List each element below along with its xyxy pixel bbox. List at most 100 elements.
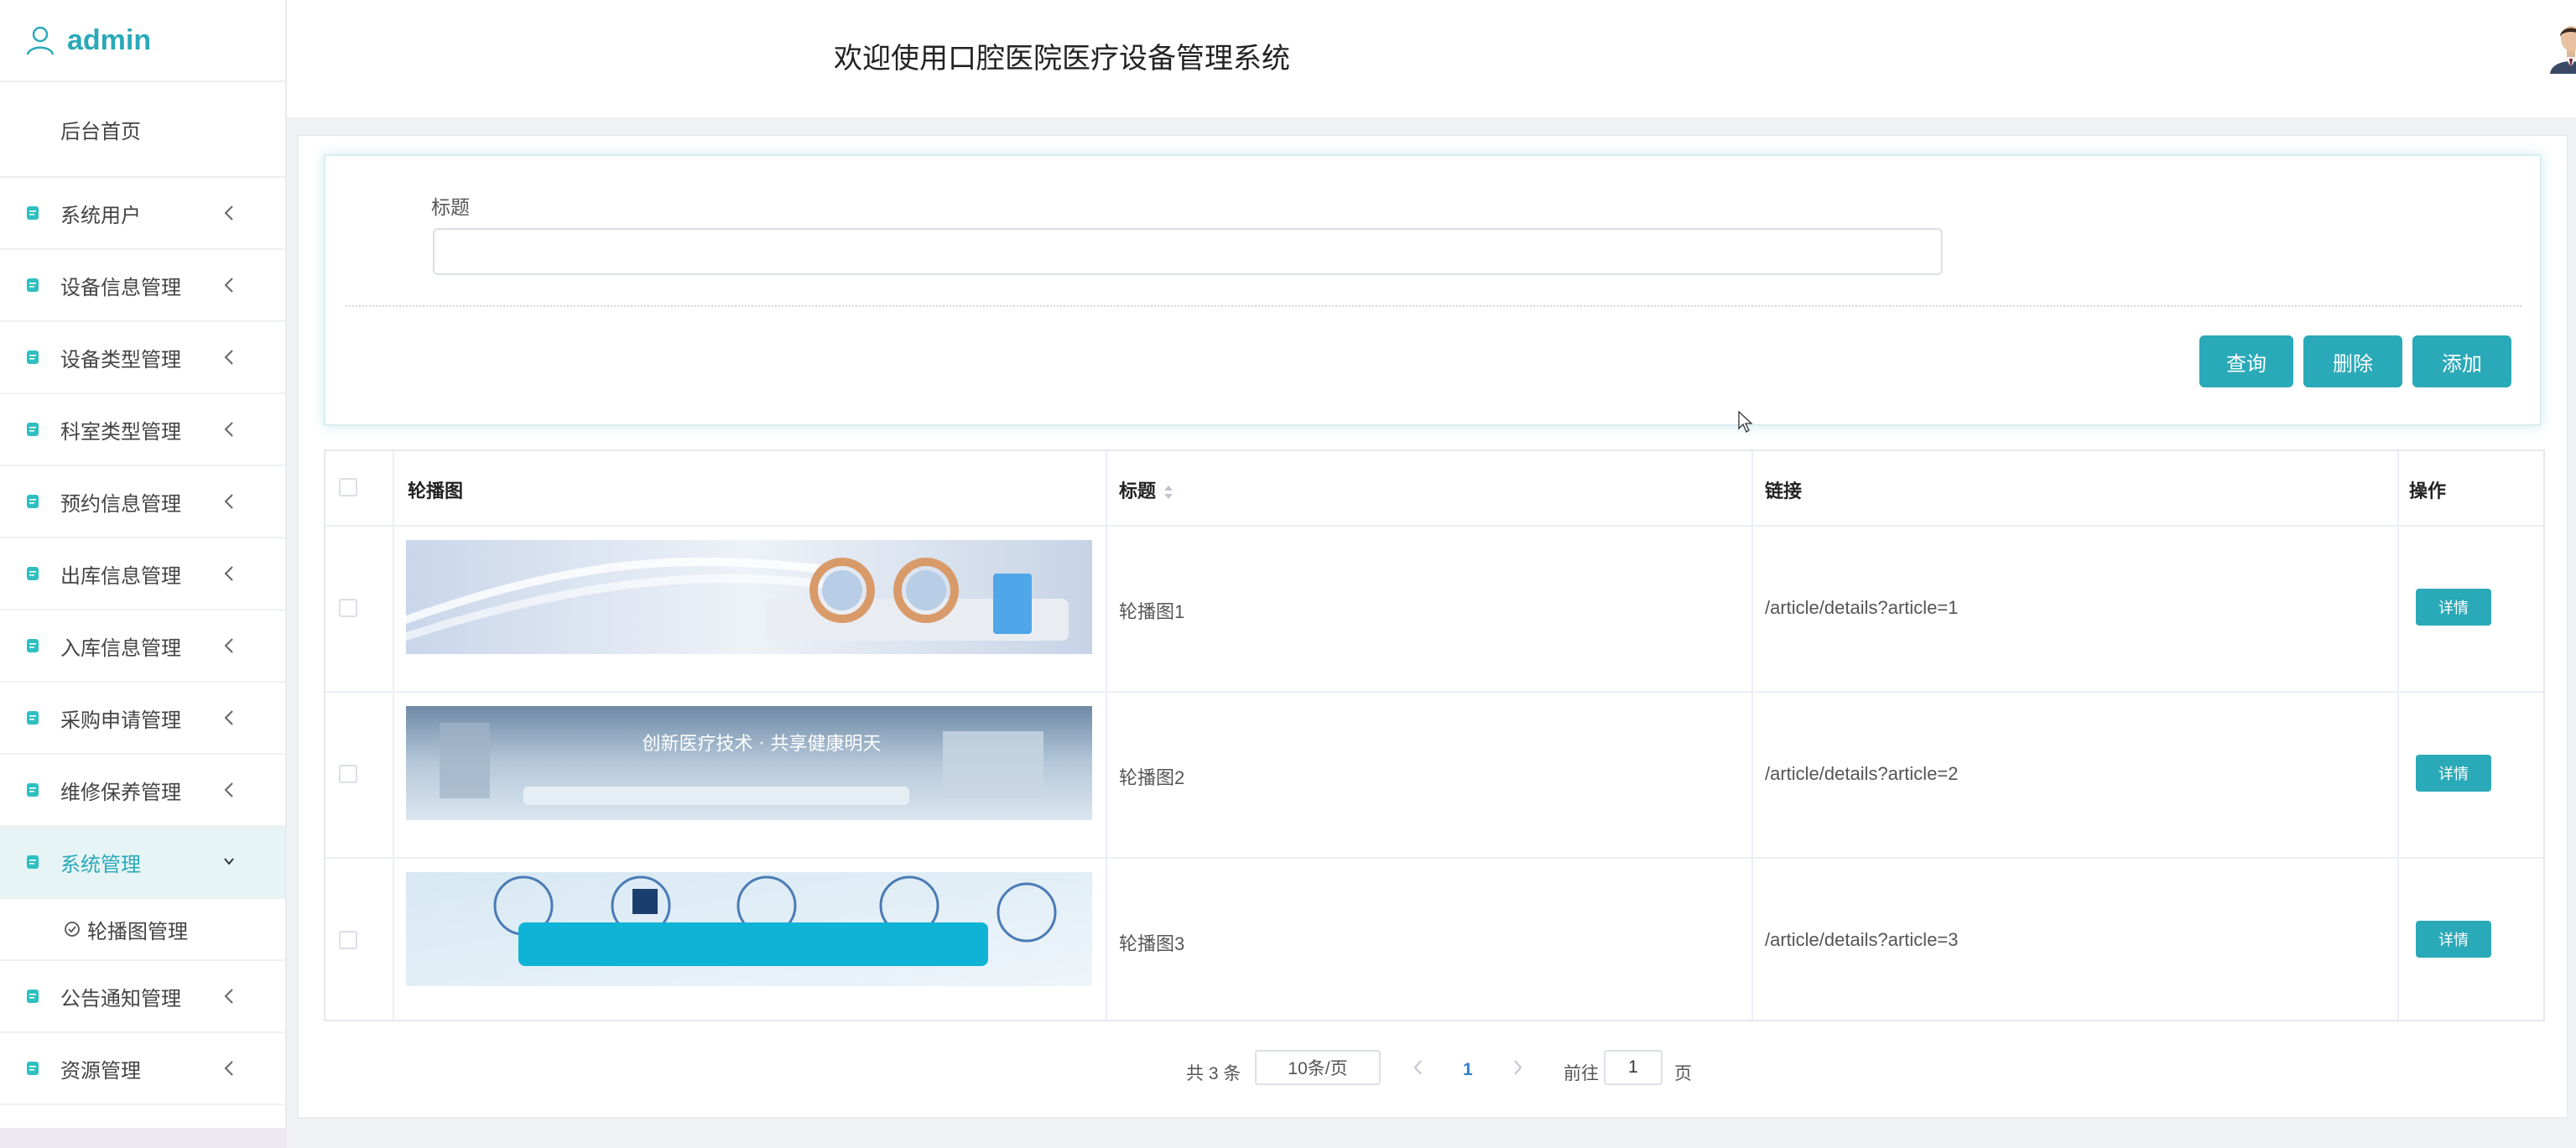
column-header-title[interactable]: 标题 [1119, 476, 1174, 503]
sidebar-item-outbound[interactable]: 出库信息管理 [0, 538, 285, 610]
select-all-checkbox[interactable] [339, 478, 357, 496]
row-checkbox[interactable] [339, 599, 357, 617]
sidebar-item-label: 预约信息管理 [60, 492, 181, 516]
add-button[interactable]: 添加 [2412, 335, 2511, 387]
sidebar-item-label: 采购申请管理 [60, 709, 181, 732]
column-divider [1751, 451, 1753, 1020]
document-icon [27, 567, 39, 580]
chevron-left-icon [224, 422, 233, 437]
document-icon [27, 639, 39, 652]
chevron-down-icon [224, 858, 234, 865]
document-icon [27, 855, 39, 869]
sidebar-item-system-management[interactable]: 系统管理 [0, 827, 285, 899]
chevron-left-icon [224, 566, 233, 581]
detail-button[interactable]: 详情 [2416, 755, 2491, 792]
chevron-left-icon [224, 1061, 233, 1076]
sidebar-item-label: 设备信息管理 [60, 276, 181, 299]
detail-button[interactable]: 详情 [2416, 589, 2491, 626]
sidebar-item-inbound[interactable]: 入库信息管理 [0, 610, 285, 683]
row-checkbox[interactable] [339, 931, 357, 949]
delete-button[interactable]: 删除 [2303, 335, 2402, 387]
chevron-left-icon [224, 638, 233, 653]
user-icon [26, 26, 55, 55]
column-header-image: 轮播图 [408, 480, 464, 501]
row-link: /article/details?article=2 [1765, 763, 1959, 784]
document-icon [27, 711, 39, 725]
sidebar: admin 后台首页 系统用户 设备信息管理 设备类型管理 科室类型管理 预约信… [0, 0, 287, 1148]
page-size-select[interactable]: 10条/页 [1255, 1050, 1381, 1085]
chevron-left-icon [224, 782, 233, 797]
carousel-image: 创新医疗技术 · 共享健康明天 [406, 706, 1092, 820]
document-icon [27, 423, 39, 436]
sidebar-item-label: 公告通知管理 [60, 987, 181, 1010]
chevron-left-icon [224, 278, 233, 293]
document-icon [27, 783, 39, 797]
carousel-image [406, 872, 1092, 986]
column-divider [1106, 451, 1107, 1020]
document-icon [27, 351, 39, 364]
column-header-title-label: 标题 [1119, 480, 1157, 501]
row-checkbox[interactable] [339, 765, 357, 783]
sidebar-item-label: 资源管理 [60, 1059, 141, 1083]
brand-name: admin [67, 23, 152, 56]
document-icon [27, 206, 39, 220]
column-divider [393, 451, 394, 1020]
search-button[interactable]: 查询 [2199, 335, 2293, 387]
sidebar-item-purchase[interactable]: 采购申请管理 [0, 683, 285, 755]
sidebar-scroll-edge [0, 1128, 285, 1148]
document-icon [27, 495, 39, 508]
sidebar-item-label: 设备类型管理 [60, 348, 181, 371]
table-header-row: 轮播图 标题 链接 操作 [325, 451, 2543, 527]
avatar[interactable] [2547, 18, 2576, 74]
brand: admin [0, 0, 285, 82]
top-header: 欢迎使用口腔医院医疗设备管理系统 [287, 0, 2576, 117]
sidebar-item-label: 系统用户 [60, 204, 141, 227]
carousel-image [406, 540, 1092, 654]
sidebar-item-device-type[interactable]: 设备类型管理 [0, 322, 285, 394]
chevron-left-icon [224, 494, 233, 509]
table-row: 创新医疗技术 · 共享健康明天 轮播图2 /article/details?ar… [325, 691, 2543, 859]
sidebar-item-label: 维修保养管理 [60, 781, 181, 804]
sidebar-item-home[interactable]: 后台首页 [0, 82, 285, 178]
search-panel: 标题 查询 删除 添加 [324, 154, 2542, 426]
sidebar-item-label: 出库信息管理 [60, 564, 181, 588]
table-row: 轮播图1 /article/details?article=1 详情 [325, 525, 2543, 693]
prev-page-icon[interactable] [1413, 1058, 1424, 1077]
row-link: /article/details?article=1 [1765, 597, 1959, 618]
main-content: 标题 查询 删除 添加 轮播图 标题 链接 操作 轮播图1 /article/d… [297, 134, 2568, 1119]
total-count: 共 3 条 [1186, 1064, 1241, 1083]
column-divider [2397, 451, 2399, 1020]
column-header-link: 链接 [1765, 480, 1803, 501]
current-page[interactable]: 1 [1463, 1060, 1473, 1080]
next-page-icon[interactable] [1512, 1058, 1523, 1077]
sidebar-subitem-carousel[interactable]: 轮播图管理 [0, 899, 285, 961]
detail-button[interactable]: 详情 [2416, 921, 2491, 958]
title-search-input[interactable] [433, 228, 1943, 275]
sidebar-item-label: 系统管理 [60, 853, 141, 876]
sidebar-item-announcement[interactable]: 公告通知管理 [0, 961, 285, 1033]
sort-icon[interactable] [1163, 483, 1174, 501]
carousel-table: 轮播图 标题 链接 操作 轮播图1 /article/details?artic… [324, 449, 2545, 1021]
row-title: 轮播图1 [1119, 601, 1185, 622]
chevron-left-icon [224, 350, 233, 365]
document-icon [27, 278, 39, 292]
sidebar-item-system-users[interactable]: 系统用户 [0, 178, 285, 250]
goto-page-input[interactable] [1604, 1050, 1663, 1085]
sidebar-item-department-type[interactable]: 科室类型管理 [0, 394, 285, 466]
row-link: /article/details?article=3 [1765, 929, 1959, 950]
check-circle-icon [65, 922, 80, 937]
chevron-left-icon [224, 989, 233, 1004]
sidebar-item-appointment[interactable]: 预约信息管理 [0, 466, 285, 538]
mouse-cursor-icon [1738, 411, 1753, 433]
sidebar-item-maintenance[interactable]: 维修保养管理 [0, 755, 285, 827]
row-title: 轮播图2 [1119, 767, 1185, 788]
divider [346, 305, 2521, 307]
document-icon [27, 1062, 39, 1075]
sidebar-item-device-info[interactable]: 设备信息管理 [0, 250, 285, 322]
row-title: 轮播图3 [1119, 933, 1185, 954]
sidebar-item-label: 入库信息管理 [60, 636, 181, 660]
column-header-action: 操作 [2409, 480, 2447, 501]
chevron-left-icon [224, 710, 233, 725]
pagination: 共 3 条 10条/页 1 前往 页 [299, 1050, 2567, 1092]
sidebar-item-resource[interactable]: 资源管理 [0, 1033, 285, 1105]
